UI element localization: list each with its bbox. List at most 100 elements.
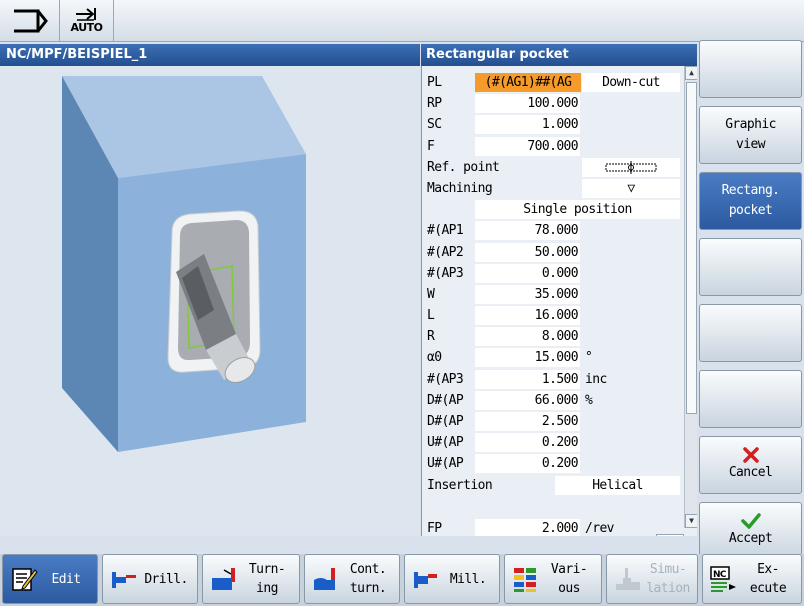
contour-turning-softkey[interactable]: Cont. turn. bbox=[304, 554, 400, 604]
insertion-mode-toggle[interactable]: Helical bbox=[555, 475, 680, 495]
param-label: #(AP1 bbox=[427, 223, 464, 239]
param-value-input[interactable]: 35.000 bbox=[475, 284, 580, 304]
svg-text:NC: NC bbox=[713, 570, 727, 580]
edit-softkey[interactable]: Edit bbox=[2, 554, 98, 604]
param-unit: /rev bbox=[585, 520, 615, 536]
softkey-label: Vari- bbox=[550, 562, 588, 577]
workpiece-block-illustration bbox=[62, 76, 306, 452]
machining-toggle[interactable]: ▽ bbox=[582, 178, 680, 198]
param-value-input[interactable]: 0.200 bbox=[475, 433, 580, 453]
softkey-label-group: Simu- lation bbox=[643, 560, 697, 598]
softkey-v5[interactable] bbox=[699, 304, 802, 362]
vertical-softkey-bar: Graphic view Rectang. pocket Cancel Acce… bbox=[699, 40, 804, 560]
param-value-input[interactable]: 15.000 bbox=[475, 348, 580, 368]
param-row-machining: Machining ▽ bbox=[422, 178, 684, 199]
softkey-label: Mill. bbox=[449, 571, 487, 587]
param-value-input[interactable]: 8.000 bbox=[475, 327, 580, 347]
param-row-f: F 700.000 bbox=[422, 136, 684, 157]
auto-mode-button[interactable]: AUTO bbox=[60, 0, 114, 41]
softkey-label: pocket bbox=[728, 203, 773, 218]
param-row-ref-point: Ref. point bbox=[422, 157, 684, 178]
param-value-input[interactable]: 0.000 bbox=[475, 263, 580, 283]
param-value-input[interactable]: 78.000 bbox=[475, 221, 580, 241]
param-value-input[interactable]: 2.000 bbox=[475, 518, 580, 536]
plane-selection-field[interactable]: (#(AG1)##(AG bbox=[475, 73, 581, 92]
softkey-label-group: Turn- ing bbox=[239, 560, 299, 598]
param-label: F bbox=[427, 138, 435, 154]
softkey-label-group: Ex- ecute bbox=[739, 560, 801, 598]
nc-execute-softkey[interactable]: NC Ex- ecute bbox=[702, 554, 802, 604]
param-label: α0 bbox=[427, 350, 442, 366]
milling-softkey[interactable]: Mill. bbox=[404, 554, 500, 604]
scroll-down-icon[interactable]: ▼ bbox=[685, 514, 697, 528]
param-label: W bbox=[427, 286, 435, 302]
milling-direction-toggle[interactable]: Down-cut bbox=[582, 73, 680, 92]
softkey-label: ecute bbox=[749, 581, 787, 596]
horizontal-softkey-bar: Edit Drill. Turn- ing Cont. turn. Mill. … bbox=[0, 554, 804, 606]
softkey-label: Cancel bbox=[728, 465, 773, 480]
param-label: U#(AP bbox=[427, 456, 464, 472]
softkey-label: Ex- bbox=[757, 562, 779, 577]
param-label: Insertion bbox=[427, 477, 493, 493]
param-value-input[interactable]: 66.000 bbox=[475, 390, 580, 410]
param-value-input[interactable]: 16.000 bbox=[475, 306, 580, 326]
machine-area-button[interactable] bbox=[0, 0, 60, 41]
softkey-v6[interactable] bbox=[699, 370, 802, 428]
param-value-input[interactable]: 1.500 bbox=[475, 369, 580, 389]
param-label: D#(AP bbox=[427, 392, 464, 408]
various-softkey[interactable]: Vari- ous bbox=[504, 554, 602, 604]
softkey-label: Simu- bbox=[649, 562, 687, 577]
parameter-panel: PL (#(AG1)##(AG Down-cut RP 100.000 SC 1… bbox=[421, 66, 697, 536]
auto-mode-label: AUTO bbox=[70, 21, 103, 34]
param-row-spacer bbox=[422, 496, 684, 518]
softkey-label: Turn- bbox=[248, 562, 286, 577]
param-label: #(AP3 bbox=[427, 265, 464, 281]
softkey-label: turn. bbox=[349, 581, 387, 596]
param-row: #(AP3 0.000 bbox=[422, 263, 684, 284]
param-row-fp: FP 2.000 /rev bbox=[422, 518, 684, 536]
softkey-label: ing bbox=[256, 581, 278, 596]
param-row: R 8.000 bbox=[422, 326, 684, 347]
param-label: L bbox=[427, 308, 435, 324]
simulation-icon bbox=[616, 568, 640, 590]
rectangular-pocket-softkey[interactable]: Rectang. pocket bbox=[699, 172, 802, 230]
edit-icon bbox=[12, 568, 38, 591]
auto-mode-icon bbox=[75, 8, 96, 21]
ref-point-icon bbox=[605, 160, 657, 174]
param-value-input[interactable]: 2.500 bbox=[475, 412, 580, 431]
scroll-thumb[interactable] bbox=[686, 82, 697, 414]
graphic-view-softkey[interactable]: Graphic view bbox=[699, 106, 802, 164]
param-unit: inc bbox=[585, 371, 607, 387]
position-mode-toggle[interactable]: Single position bbox=[475, 200, 680, 220]
simulation-softkey[interactable]: Simu- lation bbox=[606, 554, 698, 604]
cancel-button[interactable]: Cancel bbox=[699, 436, 802, 494]
param-row: U#(AP 0.200 bbox=[422, 432, 684, 453]
param-value-input[interactable]: 50.000 bbox=[475, 242, 580, 262]
softkey-label: Accept bbox=[728, 531, 773, 546]
scroll-right-button[interactable]: > bbox=[656, 534, 684, 536]
softkey-label: ous bbox=[558, 581, 580, 596]
softkey-v4[interactable] bbox=[699, 238, 802, 296]
param-value-input[interactable]: 700.000 bbox=[475, 136, 580, 156]
softkey-label: Cont. bbox=[349, 562, 387, 577]
scroll-up-icon[interactable]: ▲ bbox=[685, 66, 697, 80]
softkey-label: lation bbox=[646, 581, 690, 596]
ref-point-selector[interactable] bbox=[582, 157, 680, 177]
param-row-sc: SC 1.000 bbox=[422, 114, 684, 135]
softkey-v1[interactable] bbox=[699, 40, 802, 98]
softkey-label-group: Cont. turn. bbox=[341, 560, 399, 598]
machine-area-icon bbox=[13, 9, 48, 32]
softkey-label: Graphic bbox=[725, 117, 776, 132]
accept-button[interactable]: Accept bbox=[699, 502, 802, 560]
parameter-list: PL (#(AG1)##(AG Down-cut RP 100.000 SC 1… bbox=[422, 72, 684, 536]
param-label: D#(AP bbox=[427, 414, 464, 429]
drilling-softkey[interactable]: Drill. bbox=[102, 554, 198, 604]
param-row: D#(AP 2.500 bbox=[422, 411, 684, 432]
param-value-input[interactable]: 0.200 bbox=[475, 454, 580, 474]
param-label: Ref. point bbox=[427, 159, 500, 175]
param-value-input[interactable]: 1.000 bbox=[475, 115, 580, 135]
param-value-input[interactable]: 100.000 bbox=[475, 94, 580, 114]
cancel-x-icon bbox=[742, 447, 759, 463]
vertical-scrollbar[interactable]: ▲ ▼ bbox=[684, 66, 697, 528]
turning-softkey[interactable]: Turn- ing bbox=[202, 554, 300, 604]
